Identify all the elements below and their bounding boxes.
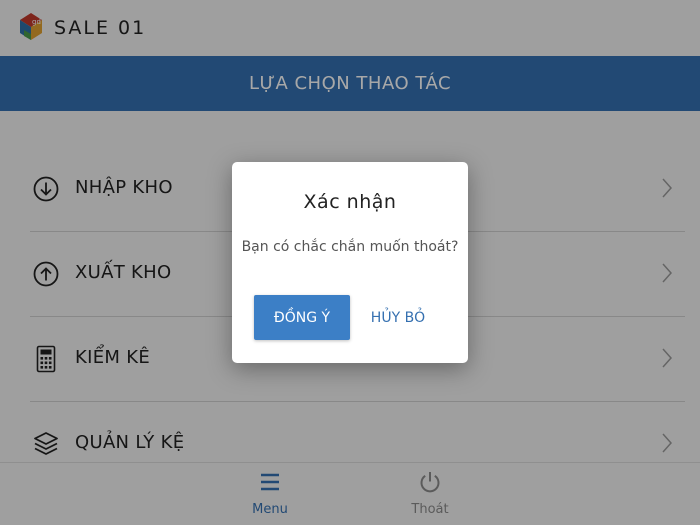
dialog-title: Xác nhận: [303, 191, 397, 213]
confirm-button[interactable]: ĐỒNG Ý: [254, 295, 350, 340]
dialog-message: Bạn có chắc chắn muốn thoát?: [241, 239, 459, 255]
confirm-dialog: Xác nhận Bạn có chắc chắn muốn thoát? ĐỒ…: [232, 162, 468, 363]
cancel-button[interactable]: HỦY BỎ: [362, 295, 434, 340]
